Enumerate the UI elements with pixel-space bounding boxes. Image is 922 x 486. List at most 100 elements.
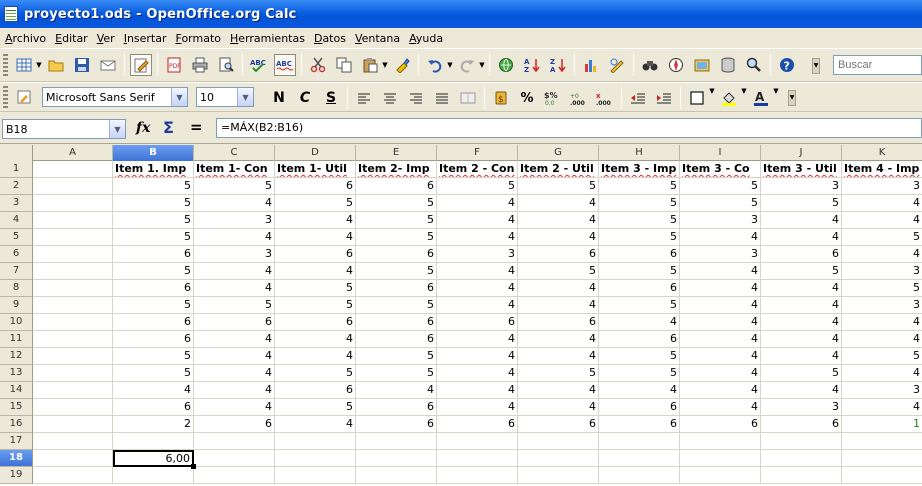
empty-cell[interactable] xyxy=(275,467,356,484)
formula-input[interactable]: =MÁX(B2:B16) xyxy=(216,118,922,138)
data-cell[interactable]: 4 xyxy=(599,382,680,399)
spreadsheet-grid[interactable]: ABCDEFGHIJK 1 2 3 4 5 6 7 8 9 10 11 12 13 14 15 16 17 18 1… xyxy=(0,145,922,486)
empty-cell[interactable] xyxy=(437,467,518,484)
data-cell[interactable]: 4 xyxy=(194,365,275,382)
data-cell[interactable]: 5 xyxy=(599,263,680,280)
column-header-b[interactable]: B xyxy=(113,145,194,161)
data-cell[interactable]: 5 xyxy=(113,212,194,229)
empty-cell[interactable] xyxy=(194,433,275,450)
data-cell[interactable]: 4 xyxy=(761,348,842,365)
data-cell[interactable]: 4 xyxy=(518,331,599,348)
zoom-icon[interactable] xyxy=(743,54,765,76)
data-cell[interactable]: 4 xyxy=(437,229,518,246)
data-cell[interactable]: 3 xyxy=(761,178,842,195)
data-cell[interactable]: 6 xyxy=(275,314,356,331)
row-header-19[interactable]: 19 xyxy=(0,467,33,484)
empty-cell[interactable] xyxy=(518,467,599,484)
data-cell[interactable]: 3 xyxy=(842,297,922,314)
find-replace-icon[interactable] xyxy=(639,54,661,76)
menu-datos[interactable]: Datos xyxy=(311,32,349,45)
data-cell[interactable]: 3 xyxy=(761,399,842,416)
edit-file-icon[interactable] xyxy=(130,54,152,76)
empty-cell[interactable] xyxy=(33,365,113,382)
data-cell[interactable]: 6 xyxy=(113,246,194,263)
data-cell[interactable]: 4 xyxy=(437,348,518,365)
data-cell[interactable]: 4 xyxy=(518,348,599,365)
data-cell[interactable]: 4 xyxy=(194,195,275,212)
row-header-9[interactable]: 9 xyxy=(0,297,33,314)
empty-cell[interactable] xyxy=(33,246,113,263)
data-cell[interactable]: 4 xyxy=(680,229,761,246)
menu-editar[interactable]: Editar xyxy=(52,32,91,45)
data-cell[interactable]: 6 xyxy=(761,416,842,433)
open-folder-icon[interactable] xyxy=(45,54,67,76)
empty-cell[interactable] xyxy=(33,195,113,212)
empty-cell[interactable] xyxy=(842,467,922,484)
underline-button[interactable]: S xyxy=(320,87,342,109)
data-cell[interactable]: 5 xyxy=(842,280,922,297)
empty-cell[interactable] xyxy=(33,161,113,178)
row-header-3[interactable]: 3 xyxy=(0,195,33,212)
data-cell[interactable]: 6 xyxy=(113,314,194,331)
data-cell[interactable]: 4 xyxy=(437,297,518,314)
toolbar-grip[interactable] xyxy=(3,86,8,108)
empty-cell[interactable] xyxy=(599,467,680,484)
row-header-6[interactable]: 6 xyxy=(0,246,33,263)
header-cell[interactable]: Item 3 - Util xyxy=(761,161,842,178)
italic-button[interactable]: C xyxy=(294,87,316,109)
align-right-icon[interactable] xyxy=(405,87,427,109)
autospellcheck-icon[interactable]: ABC xyxy=(274,54,296,76)
row-header-10[interactable]: 10 xyxy=(0,314,33,331)
copy-icon[interactable] xyxy=(333,54,355,76)
data-cell[interactable]: 6 xyxy=(113,280,194,297)
data-cell[interactable]: 6 xyxy=(599,399,680,416)
background-color-icon[interactable] xyxy=(718,87,740,109)
window-title-bar[interactable]: proyecto1.ods - OpenOffice.org Calc xyxy=(0,0,922,28)
header-cell[interactable]: Item 2 - Con xyxy=(437,161,518,178)
data-cell[interactable]: 4 xyxy=(275,263,356,280)
data-cell[interactable]: 4 xyxy=(518,229,599,246)
data-cell[interactable]: 2 xyxy=(113,416,194,433)
data-cell[interactable]: 5 xyxy=(356,263,437,280)
function-wizard-icon[interactable]: fx xyxy=(136,120,150,136)
data-cell[interactable]: 4 xyxy=(761,280,842,297)
data-cell[interactable]: 5 xyxy=(680,178,761,195)
column-header-h[interactable]: H xyxy=(599,145,680,161)
row-header-5[interactable]: 5 xyxy=(0,229,33,246)
row-header-14[interactable]: 14 xyxy=(0,382,33,399)
header-cell[interactable]: Item 3 - Imp xyxy=(599,161,680,178)
align-center-icon[interactable] xyxy=(379,87,401,109)
paste-icon[interactable] xyxy=(359,54,381,76)
data-cell[interactable]: 4 xyxy=(761,229,842,246)
data-cell[interactable]: 6 xyxy=(356,314,437,331)
data-cell[interactable]: 4 xyxy=(194,263,275,280)
header-cell[interactable]: Item 1- Con xyxy=(194,161,275,178)
data-cell[interactable]: 4 xyxy=(194,229,275,246)
data-cell[interactable]: 4 xyxy=(761,331,842,348)
data-cell[interactable]: 4 xyxy=(842,314,922,331)
data-cell[interactable]: 6 xyxy=(518,314,599,331)
data-cell[interactable]: 5 xyxy=(356,297,437,314)
empty-cell[interactable] xyxy=(33,467,113,484)
data-cell[interactable]: 6 xyxy=(518,246,599,263)
data-cell[interactable]: 5 xyxy=(599,178,680,195)
email-icon[interactable] xyxy=(97,54,119,76)
undo-icon[interactable] xyxy=(424,54,446,76)
empty-cell[interactable] xyxy=(113,467,194,484)
data-cell[interactable]: 4 xyxy=(275,229,356,246)
row-header-17[interactable]: 17 xyxy=(0,433,33,450)
data-cell[interactable]: 5 xyxy=(356,212,437,229)
data-cell[interactable]: 6 xyxy=(194,416,275,433)
data-cell[interactable]: 4 xyxy=(761,297,842,314)
empty-cell[interactable] xyxy=(33,178,113,195)
empty-cell[interactable] xyxy=(194,467,275,484)
data-cell[interactable]: 4 xyxy=(680,314,761,331)
data-cell[interactable]: 4 xyxy=(518,382,599,399)
data-cell[interactable]: 4 xyxy=(275,212,356,229)
sort-ascending-icon[interactable]: AZ xyxy=(521,54,543,76)
empty-cell[interactable] xyxy=(842,433,922,450)
data-cell[interactable]: 4 xyxy=(761,212,842,229)
data-cell[interactable]: 6 xyxy=(518,416,599,433)
add-decimal-icon[interactable]: +0.000 xyxy=(568,87,590,109)
empty-cell[interactable] xyxy=(33,348,113,365)
